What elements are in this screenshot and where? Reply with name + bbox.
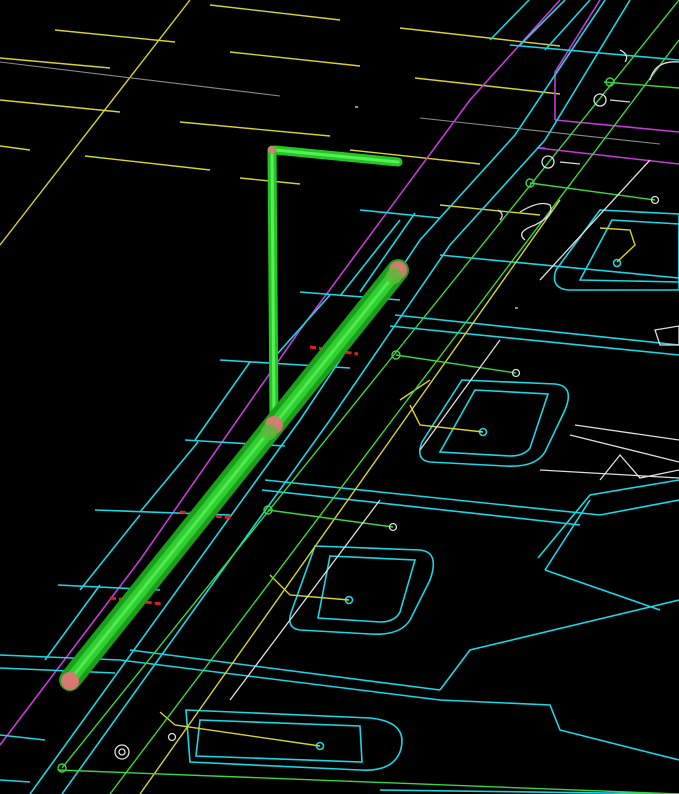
- annotation-lines: [0, 0, 661, 246]
- selection-grips[interactable]: [61, 146, 407, 690]
- equipment-symbols: [114, 49, 679, 760]
- grip-point[interactable]: [61, 672, 79, 690]
- grip-point[interactable]: [268, 146, 276, 154]
- drawing-canvas[interactable]: [0, 0, 679, 794]
- wall-outlines: [0, 0, 679, 794]
- pipe-network: [57, 0, 679, 794]
- cad-viewport[interactable]: [0, 0, 679, 794]
